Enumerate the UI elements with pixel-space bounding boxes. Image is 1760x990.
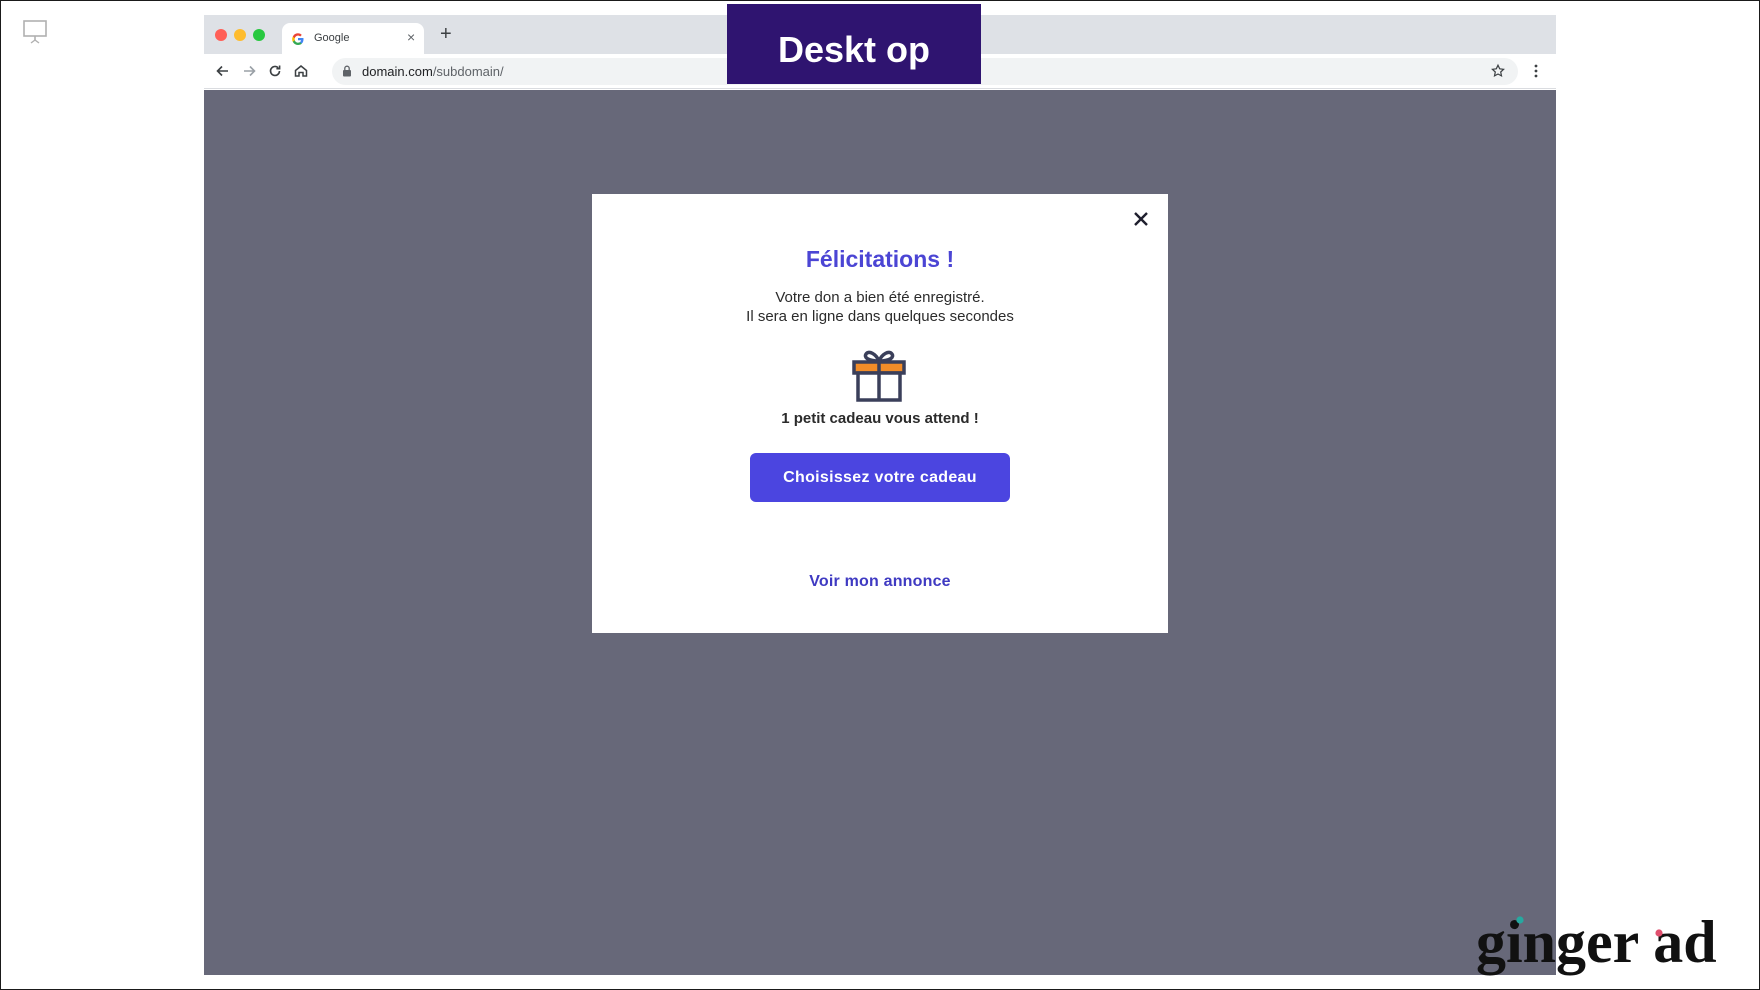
modal-title: Félicitations ! [805, 246, 955, 272]
presentation-icon [23, 20, 47, 44]
message-line-1: Votre don a bien été enregistré. [775, 289, 985, 306]
close-icon[interactable] [1130, 208, 1152, 230]
window-minimize-dot[interactable] [234, 29, 246, 41]
plus-icon[interactable]: + [440, 24, 452, 44]
browser-tab[interactable]: Google × [282, 23, 424, 54]
ginger-ad-logo: ginger ad [1476, 909, 1717, 975]
forward-icon[interactable] [240, 62, 258, 80]
star-icon[interactable] [1490, 63, 1506, 79]
page-overlay: Félicitations ! Votre don a bien été enr… [204, 90, 1556, 975]
reload-icon[interactable] [266, 62, 284, 80]
url-path: /subdomain/ [432, 64, 504, 79]
congratulations-modal: Félicitations ! Votre don a bien été enr… [592, 194, 1168, 633]
slide-label: Deskt op [727, 4, 981, 84]
view-listing-link[interactable]: Voir mon annonce [592, 573, 1168, 591]
close-tab-icon[interactable]: × [407, 29, 415, 45]
modal-message: Votre don a bien été enregistré. Il sera… [592, 288, 1168, 326]
url-text: domain.com/subdomain/ [362, 64, 504, 79]
window-maximize-dot[interactable] [253, 29, 265, 41]
kebab-menu-icon[interactable] [1534, 63, 1538, 79]
home-icon[interactable] [292, 62, 310, 80]
message-line-2: Il sera en ligne dans quelques secondes [746, 308, 1014, 325]
gift-message: 1 petit cadeau vous attend ! [781, 410, 979, 427]
choose-gift-button[interactable]: Choisissez votre cadeau [750, 453, 1010, 502]
google-favicon [292, 33, 304, 46]
gift-icon [852, 350, 906, 402]
back-icon[interactable] [214, 62, 232, 80]
browser-window: Google × + domain.com/subdomain/ Félicit… [204, 15, 1556, 975]
window-close-dot[interactable] [215, 29, 227, 41]
tab-title: Google [314, 32, 350, 44]
lock-icon [343, 65, 351, 77]
logo-text: ginger ad [1476, 909, 1717, 975]
url-domain: domain.com [362, 64, 433, 79]
